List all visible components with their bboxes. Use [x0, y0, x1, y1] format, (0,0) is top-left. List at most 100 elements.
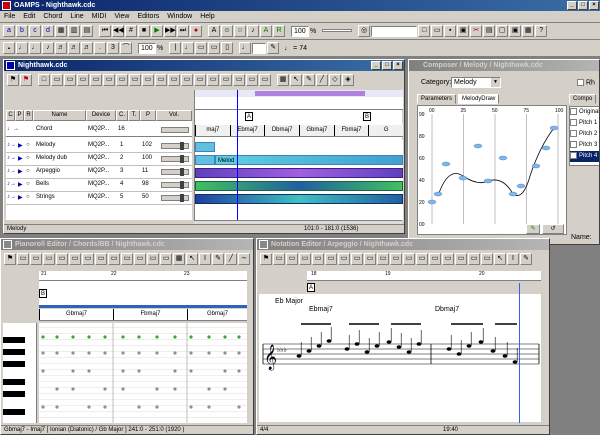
- copy-icon[interactable]: ▣: [457, 25, 470, 37]
- nt-tool-6[interactable]: ▭: [338, 253, 350, 265]
- category-dropdown-icon[interactable]: ▼: [491, 78, 500, 87]
- pr-text-icon[interactable]: I: [199, 253, 211, 265]
- pointer-icon[interactable]: ↖: [290, 74, 302, 86]
- snap-icon[interactable]: ◎: [358, 25, 371, 37]
- track-close-button[interactable]: ×: [393, 61, 403, 70]
- score-note[interactable]: [374, 344, 380, 348]
- track-play-icon[interactable]: ▶: [18, 155, 23, 162]
- pianoroll-note[interactable]: [103, 387, 107, 391]
- pianoroll-note[interactable]: [137, 351, 141, 355]
- arrange-chord[interactable]: G: [368, 125, 403, 136]
- melody-point[interactable]: [458, 175, 468, 181]
- pr-chord-gbmaj7[interactable]: Gbmaj7: [39, 309, 113, 320]
- play-cursor[interactable]: [237, 90, 238, 220]
- pianoroll-note[interactable]: [137, 369, 141, 373]
- track-play-icon[interactable]: ▶: [18, 194, 23, 201]
- col-device[interactable]: Device: [86, 110, 116, 121]
- track-prog[interactable]: 102: [142, 142, 152, 148]
- tempo-icon[interactable]: ♩: [239, 42, 252, 54]
- melody-point[interactable]: [441, 161, 451, 167]
- pr-chord-gbmaj7-2[interactable]: Gbmaj7: [187, 309, 247, 320]
- pianoroll-note[interactable]: [237, 405, 241, 409]
- nt-tool-3[interactable]: ▭: [299, 253, 311, 265]
- col-p[interactable]: P: [15, 110, 24, 121]
- pencil-icon[interactable]: ✎: [303, 74, 315, 86]
- pr-pencil-icon[interactable]: ✎: [212, 253, 224, 265]
- pianoroll-note[interactable]: [71, 351, 75, 355]
- option-pitch-4[interactable]: Pitch 4: [570, 151, 599, 162]
- t-button-8[interactable]: ▭: [129, 74, 141, 86]
- triplet-icon[interactable]: 3: [107, 42, 119, 54]
- track-name[interactable]: Strings: [36, 194, 55, 200]
- pianoroll-note[interactable]: [87, 369, 91, 373]
- t-button-1[interactable]: □: [38, 74, 50, 86]
- score-note[interactable]: [406, 350, 412, 354]
- quantize-icon[interactable]: ♩: [182, 42, 195, 54]
- track-vol-slider[interactable]: [161, 155, 189, 163]
- track-rec-icon[interactable]: ○: [26, 155, 30, 161]
- score-note[interactable]: [490, 349, 496, 353]
- nt-text-icon[interactable]: I: [507, 253, 519, 265]
- pr-tool-7[interactable]: ▭: [95, 253, 107, 265]
- runner-icon[interactable]: ⚑: [7, 74, 19, 86]
- pr-tool-8[interactable]: ▭: [108, 253, 120, 265]
- pianoroll-note[interactable]: [207, 335, 211, 339]
- track-device[interactable]: MQ2P...: [88, 142, 109, 148]
- pianoroll-note[interactable]: [121, 351, 125, 355]
- tab-compo[interactable]: Compo: [569, 94, 597, 104]
- melody-point[interactable]: [541, 145, 551, 151]
- pianoroll-note[interactable]: [103, 335, 107, 339]
- clip-bells[interactable]: [195, 181, 403, 191]
- score-note[interactable]: [296, 354, 302, 358]
- measure-icon[interactable]: ▭: [195, 42, 208, 54]
- pianoroll-note[interactable]: [71, 369, 75, 373]
- category-select[interactable]: Melody ▼: [451, 77, 501, 88]
- pianoroll-note[interactable]: [137, 335, 141, 339]
- col-name[interactable]: Name: [33, 110, 86, 121]
- a-tool-icon[interactable]: A: [260, 25, 272, 37]
- new-icon[interactable]: □: [418, 25, 431, 37]
- score-note[interactable]: [326, 339, 332, 343]
- pianoroll-note[interactable]: [41, 405, 45, 409]
- nt-tool-15[interactable]: ▭: [455, 253, 467, 265]
- track-row[interactable]: ♪→ ▶ ○ Melody dub MQ2P... 2 100: [6, 153, 192, 166]
- pr-tool-1[interactable]: ▭: [17, 253, 29, 265]
- track-vol-slider[interactable]: [161, 194, 189, 202]
- nt-tool-14[interactable]: ▭: [442, 253, 454, 265]
- help-icon[interactable]: ?: [535, 25, 548, 37]
- track-mute-icon[interactable]: ♪→: [7, 181, 16, 187]
- track-name[interactable]: Arpeggio: [36, 168, 60, 174]
- nt-tool-10[interactable]: ▭: [390, 253, 402, 265]
- col-c[interactable]: C: [6, 110, 15, 121]
- pianoroll-note[interactable]: [155, 351, 159, 355]
- nt-tool-8[interactable]: ▭: [364, 253, 376, 265]
- score-note[interactable]: [446, 347, 452, 351]
- tab-melodydraw[interactable]: MelodyDraw: [457, 94, 500, 104]
- pr-pointer-icon[interactable]: ↖: [186, 253, 198, 265]
- track-prog[interactable]: 98: [142, 181, 149, 187]
- nt-tool-2[interactable]: ▭: [286, 253, 298, 265]
- pr-chord-fbmaj7[interactable]: Fbmaj7: [113, 309, 187, 320]
- pr-marker-b[interactable]: B: [39, 289, 47, 298]
- t-button-11[interactable]: ▭: [168, 74, 180, 86]
- melody-point[interactable]: [483, 178, 493, 184]
- track-name[interactable]: Melody: [36, 142, 55, 148]
- note-64th-icon[interactable]: ♬: [81, 42, 93, 54]
- pr-tool-3[interactable]: ▭: [43, 253, 55, 265]
- pianoroll-note[interactable]: [41, 351, 45, 355]
- score-note[interactable]: [344, 347, 350, 351]
- tempo-field[interactable]: [252, 42, 267, 54]
- pianoroll-note[interactable]: [189, 405, 193, 409]
- pianoroll-note[interactable]: [207, 405, 211, 409]
- track-ch[interactable]: 4: [120, 181, 123, 187]
- pianoroll-note[interactable]: [173, 351, 177, 355]
- col-ch[interactable]: C.: [116, 110, 128, 121]
- window-1-icon[interactable]: ▢: [496, 25, 509, 37]
- dotted-icon[interactable]: .: [94, 42, 106, 54]
- forward-icon[interactable]: ▶▶: [164, 25, 176, 37]
- person-green-icon[interactable]: ☺: [234, 25, 246, 37]
- pianoroll-note[interactable]: [155, 387, 159, 391]
- track-rec-icon[interactable]: ○: [26, 194, 30, 200]
- nt-pencil-icon[interactable]: ✎: [520, 253, 532, 265]
- menu-midi[interactable]: MIDI: [92, 11, 107, 22]
